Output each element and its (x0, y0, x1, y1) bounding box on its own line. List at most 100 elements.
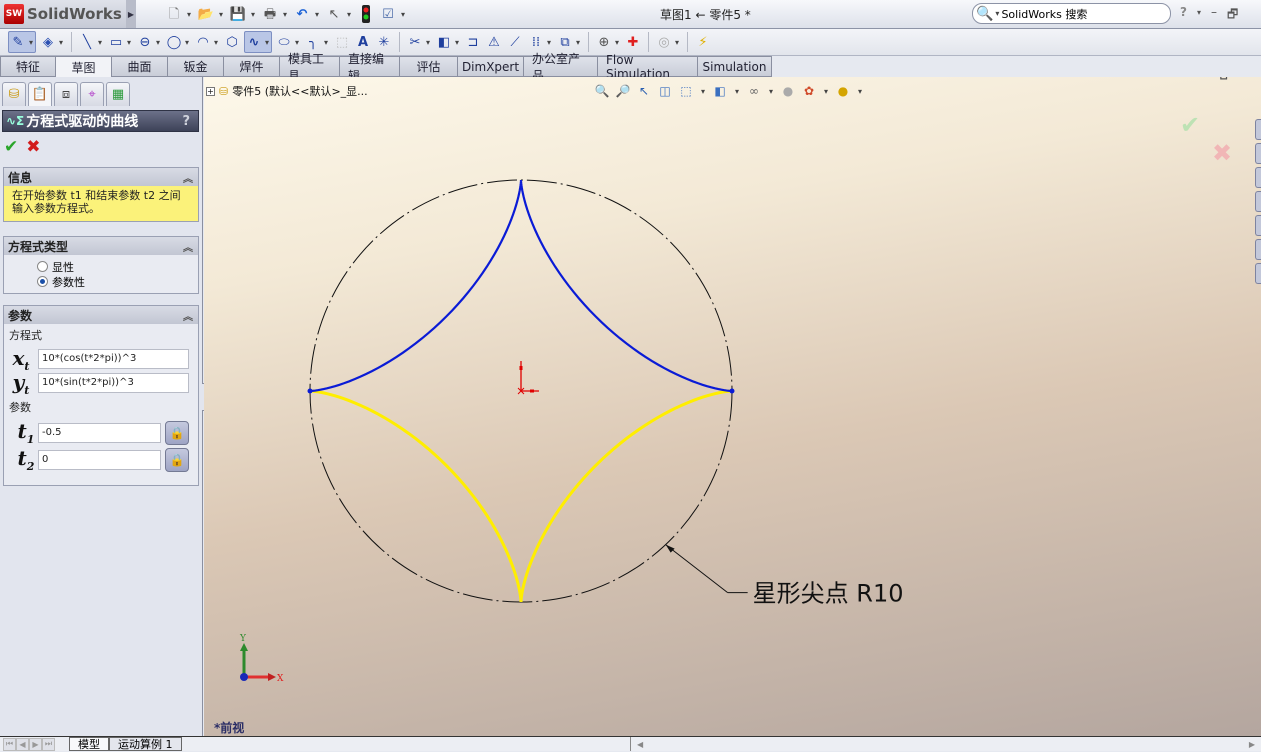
tab-simulation[interactable]: Simulation (698, 56, 772, 77)
feature-tree-tab[interactable]: ⛁ (2, 82, 26, 106)
chevron-down-icon[interactable]: ▾ (217, 10, 225, 19)
tab-evaluate[interactable]: 评估 (400, 56, 458, 77)
print-button[interactable]: 🖶 ▾ (261, 4, 289, 24)
extend-button[interactable]: ⟋ (506, 31, 524, 53)
chevron-down-icon[interactable]: ▾ (424, 38, 432, 47)
chevron-down-icon[interactable]: ▾ (96, 38, 104, 47)
chevron-down-icon[interactable]: ▾ (293, 38, 301, 47)
menu-expand-arrow[interactable]: ▶ (126, 0, 136, 28)
property-manager-tab[interactable]: 📋 (28, 82, 52, 106)
t2-input[interactable]: 0 (38, 449, 161, 470)
chevron-down-icon[interactable]: ▾ (263, 38, 271, 47)
search-dropdown-icon[interactable]: ▾ (993, 9, 1001, 18)
select-button[interactable]: ↖ ▾ (325, 4, 353, 24)
spline-button[interactable]: ∿ ▾ (244, 31, 272, 53)
t1-lock-button[interactable]: 🔒 (165, 420, 189, 445)
rectangle-button[interactable]: ▭ ▾ (107, 31, 133, 53)
x-equation-input[interactable]: 10*(cos(t*2*pi))^3 (38, 349, 189, 369)
save-button[interactable]: 💾 ▾ (229, 4, 257, 24)
confirmation-cancel-icon[interactable]: ✖ (1212, 139, 1232, 167)
tab-office-products[interactable]: 办公室产品 (524, 52, 598, 83)
radio-button-explicit[interactable] (37, 261, 48, 272)
last-tab-icon[interactable]: ⏭ (42, 737, 55, 751)
quick-snaps-button[interactable]: ◎ ▾ (655, 31, 681, 53)
chevron-down-icon[interactable]: ▾ (613, 38, 621, 47)
undo-button[interactable]: ↶ ▾ (293, 4, 321, 24)
chevron-down-icon[interactable]: ▾ (313, 10, 321, 19)
chevron-down-icon[interactable]: ▾ (767, 87, 775, 96)
cancel-x-icon[interactable]: ✖ (26, 137, 40, 157)
help-dropdown-icon[interactable]: ▾ (1197, 8, 1201, 26)
horizontal-scrollbar[interactable]: ◀ ▶ (630, 737, 1261, 751)
options-button[interactable]: ☑ ▾ (379, 4, 407, 24)
tab-dimxpert[interactable]: DimXpert (458, 56, 524, 77)
radio-explicit[interactable]: 显性 (37, 259, 198, 274)
sketch-canvas[interactable]: 星形尖点 R10 Y X (204, 77, 1261, 736)
chevron-down-icon[interactable]: ▾ (399, 10, 407, 19)
apply-scene-icon[interactable]: ✿ (801, 83, 817, 99)
tab-flow-simulation[interactable]: Flow Simulation (598, 53, 698, 81)
help-button[interactable]: ? (182, 114, 190, 129)
configuration-manager-tab[interactable]: ⧈ (54, 82, 78, 106)
minimize-icon[interactable]: – (1211, 5, 1217, 26)
tab-mold-tools[interactable]: 模具工具 (280, 52, 340, 83)
offset-entities-button[interactable]: ⊐ (464, 31, 482, 53)
tab-surfaces[interactable]: 曲面 (112, 56, 168, 77)
zoom-to-fit-icon[interactable]: 🔍 (594, 83, 610, 99)
chevron-down-icon[interactable]: ▾ (125, 38, 133, 47)
scroll-right-icon[interactable]: ▶ (1249, 740, 1255, 749)
chevron-down-icon[interactable]: ▾ (822, 87, 830, 96)
t2-lock-button[interactable]: 🔒 (165, 447, 189, 472)
chevron-down-icon[interactable]: ▾ (154, 38, 162, 47)
display-relations-button[interactable]: ⊕ ▾ (595, 31, 621, 53)
chevron-down-icon[interactable]: ▾ (856, 87, 864, 96)
equation-type-header[interactable]: 方程式类型 ︽ (4, 237, 198, 255)
tab-features[interactable]: 特征 (0, 56, 56, 77)
info-group-header[interactable]: 信息 ︽ (4, 168, 198, 186)
collapse-chevron-icon[interactable]: ︽ (183, 170, 193, 185)
prev-tab-icon[interactable]: ◀ (16, 737, 29, 751)
confirmation-ok-icon[interactable]: ✔ (1180, 111, 1200, 139)
y-equation-input[interactable]: 10*(sin(t*2*pi))^3 (38, 373, 189, 393)
zoom-to-area-icon[interactable]: 🔎 (615, 83, 631, 99)
ok-checkmark-icon[interactable]: ✔ (4, 137, 18, 157)
collapse-chevron-icon[interactable]: ︽ (183, 239, 193, 254)
viewport-minimize-icon[interactable]: – (1204, 77, 1210, 87)
solidworks-logo[interactable]: SW SolidWorks (0, 0, 126, 28)
chevron-down-icon[interactable]: ▾ (212, 38, 220, 47)
chevron-down-icon[interactable]: ▾ (673, 38, 681, 47)
slot-button[interactable]: ⊖ ▾ (136, 31, 162, 53)
parameters-header[interactable]: 参数 ︽ (4, 306, 198, 324)
rebuild-button[interactable] (357, 4, 375, 24)
task-pane-tab[interactable] (1255, 191, 1261, 212)
restore-icon[interactable]: 🗗 (1227, 5, 1238, 26)
chevron-down-icon[interactable]: ▾ (322, 38, 330, 47)
exit-sketch-button[interactable]: ✎ ▾ (8, 31, 36, 53)
t1-input[interactable]: -0.5 (38, 422, 161, 443)
feature-tree-flyout[interactable]: + ⛁ 零件5 (默认<<默认>_显... (206, 83, 368, 99)
convert-entities-button[interactable]: ◧ ▾ (435, 31, 461, 53)
chevron-down-icon[interactable]: ▾ (453, 38, 461, 47)
mirror-entities-button[interactable]: ⚠ (485, 31, 503, 53)
tab-model[interactable]: 模型 (69, 737, 109, 751)
new-button[interactable]: 🗋 ▾ (165, 4, 193, 24)
tab-direct-editing[interactable]: 直接编辑 (340, 52, 400, 83)
search-input[interactable]: 🔍 ▾ SolidWorks 搜索 (972, 3, 1171, 24)
tab-sheet-metal[interactable]: 钣金 (168, 56, 224, 77)
smart-dimension-button[interactable]: ◈ ▾ (39, 31, 65, 53)
view-orientation-icon[interactable]: ⬚ (678, 83, 694, 99)
trim-entities-button[interactable]: ✂ ▾ (406, 31, 432, 53)
chevron-down-icon[interactable]: ▾ (733, 87, 741, 96)
radio-button-parametric[interactable] (37, 276, 48, 287)
chevron-down-icon[interactable]: ▾ (345, 10, 353, 19)
tab-motion-study[interactable]: 运动算例 1 (109, 737, 182, 751)
rapid-sketch-button[interactable]: ⚡ (694, 31, 712, 53)
task-pane-tab[interactable] (1255, 215, 1261, 236)
display-style-icon[interactable]: ◧ (712, 83, 728, 99)
collapse-chevron-icon[interactable]: ︽ (183, 308, 193, 323)
expand-tree-icon[interactable]: + (206, 86, 215, 96)
display-manager-tab[interactable]: ▦ (106, 82, 130, 106)
repair-sketch-button[interactable]: ✚ (624, 31, 642, 53)
edit-appearance-icon[interactable]: ● (780, 83, 796, 99)
hide-show-items-icon[interactable]: ∞ (746, 83, 762, 99)
